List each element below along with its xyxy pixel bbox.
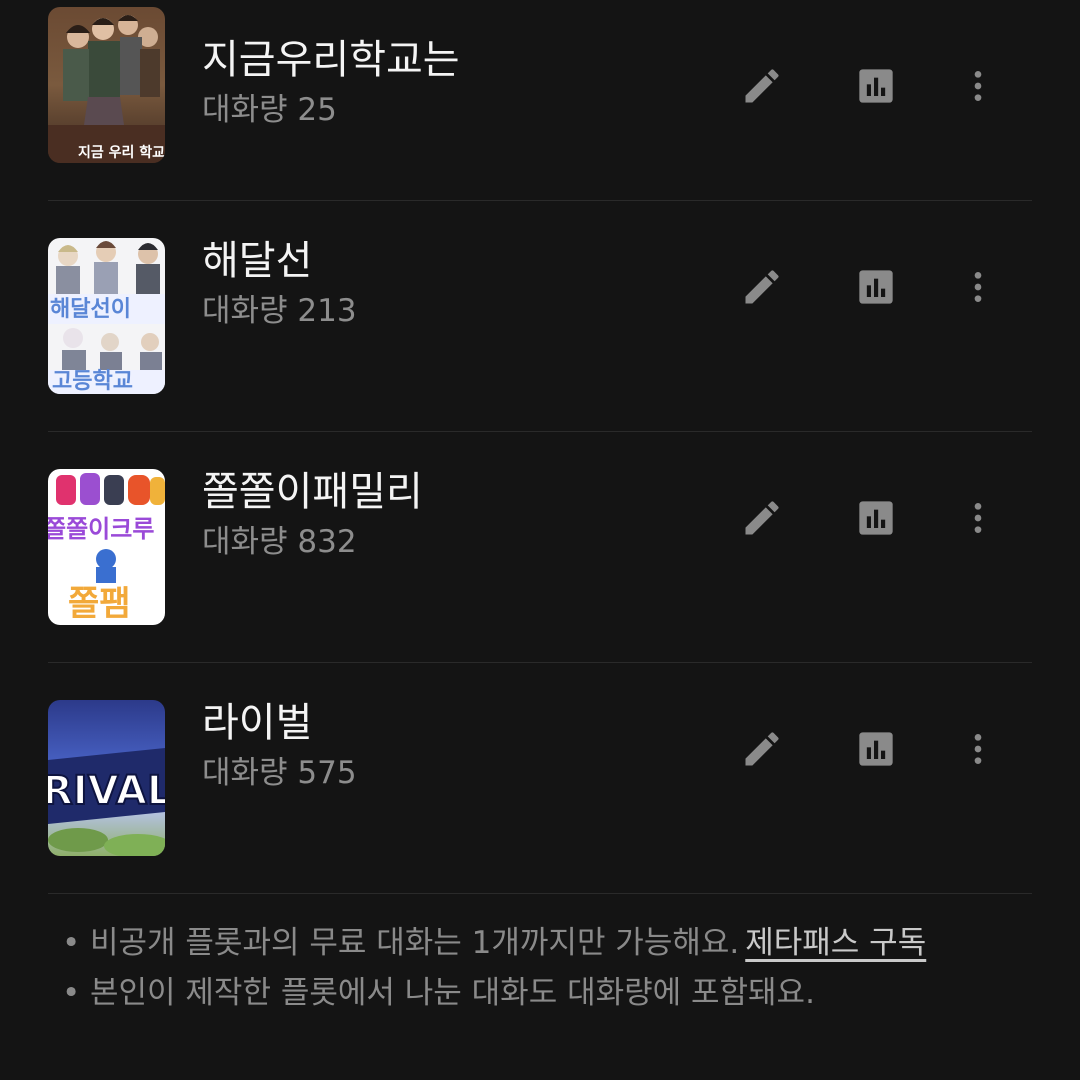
- more-vertical-icon: [974, 272, 982, 302]
- bar-chart-icon: [859, 69, 893, 103]
- plot-title[interactable]: 지금우리학교는: [202, 34, 460, 86]
- more-vertical-icon: [974, 503, 982, 533]
- plot-actions: [732, 488, 1032, 548]
- chat-count: 대화량 832: [202, 524, 357, 560]
- more-vertical-icon: [974, 734, 982, 764]
- svg-text:쫄팸: 쫄팸: [68, 584, 131, 624]
- more-button[interactable]: [948, 56, 1008, 116]
- chat-count: 대화량 575: [202, 755, 357, 791]
- plot-actions: [732, 257, 1032, 317]
- stats-button[interactable]: [846, 56, 906, 116]
- list-item[interactable]: 해달선이 고등학교 해달선 대화량 213: [48, 201, 1032, 432]
- chat-count: 대화량 213: [202, 293, 357, 329]
- more-button[interactable]: [948, 488, 1008, 548]
- svg-text:쫄쫄이크루: 쫄쫄이크루: [48, 515, 154, 543]
- zeta-pass-subscribe-link[interactable]: 제타패스 구독: [745, 925, 926, 961]
- plot-thumbnail[interactable]: RIVAL: [48, 700, 165, 856]
- edit-button[interactable]: [732, 257, 792, 317]
- plot-title[interactable]: 라이벌: [202, 697, 357, 749]
- bar-chart-icon: [859, 501, 893, 535]
- bar-chart-icon: [859, 270, 893, 304]
- chat-count: 대화량 25: [202, 92, 337, 128]
- note-line: • 비공개 플롯과의 무료 대화는 1개까지만 가능해요. 제타패스 구독: [62, 918, 1042, 968]
- cover-text: 지금 우리 학교는: [78, 145, 165, 161]
- note-text: 본인이 제작한 플롯에서 나눈 대화도 대화량에 포함돼요.: [90, 975, 815, 1011]
- more-vertical-icon: [974, 71, 982, 101]
- svg-text:고등학교: 고등학교: [52, 369, 133, 394]
- plot-list: 지금 우리 학교는 지금우리학교는 대화량 25: [48, 0, 1032, 894]
- info-notes: • 비공개 플롯과의 무료 대화는 1개까지만 가능해요. 제타패스 구독 • 본…: [62, 918, 1042, 1018]
- stats-button[interactable]: [846, 488, 906, 548]
- plot-info: 라이벌 대화량 575: [202, 697, 357, 793]
- plot-cover-image: 쫄쫄이크루 쫄팸: [48, 469, 165, 625]
- plot-title[interactable]: 쫄쫄이패밀리: [202, 466, 423, 518]
- more-button[interactable]: [948, 257, 1008, 317]
- plot-title[interactable]: 해달선: [202, 235, 357, 287]
- svg-text:RIVAL: RIVAL: [48, 768, 165, 814]
- plot-cover-image: RIVAL: [48, 700, 165, 856]
- plot-cover-image: 지금 우리 학교는: [48, 7, 165, 163]
- stats-button[interactable]: [846, 719, 906, 779]
- plot-actions: [732, 56, 1032, 116]
- pencil-icon: [745, 501, 779, 535]
- plot-cover-image: 해달선이 고등학교: [48, 238, 165, 394]
- plot-thumbnail[interactable]: 해달선이 고등학교: [48, 238, 165, 394]
- bullet: •: [62, 925, 81, 961]
- note-line: • 본인이 제작한 플롯에서 나눈 대화도 대화량에 포함돼요.: [62, 968, 1042, 1018]
- note-text: 비공개 플롯과의 무료 대화는 1개까지만 가능해요.: [90, 925, 740, 961]
- pencil-icon: [745, 69, 779, 103]
- plot-info: 쫄쫄이패밀리 대화량 832: [202, 466, 423, 562]
- bar-chart-icon: [859, 732, 893, 766]
- list-item[interactable]: RIVAL 라이벌 대화량 575: [48, 663, 1032, 894]
- svg-text:해달선이: 해달선이: [50, 297, 131, 322]
- edit-button[interactable]: [732, 719, 792, 779]
- edit-button[interactable]: [732, 56, 792, 116]
- plot-info: 지금우리학교는 대화량 25: [202, 34, 460, 130]
- plot-info: 해달선 대화량 213: [202, 235, 357, 331]
- bullet: •: [62, 975, 81, 1011]
- plot-thumbnail[interactable]: 쫄쫄이크루 쫄팸: [48, 469, 165, 625]
- stats-button[interactable]: [846, 257, 906, 317]
- plot-thumbnail[interactable]: 지금 우리 학교는: [48, 7, 165, 163]
- list-item[interactable]: 지금 우리 학교는 지금우리학교는 대화량 25: [48, 0, 1032, 201]
- more-button[interactable]: [948, 719, 1008, 779]
- plot-actions: [732, 719, 1032, 779]
- list-item[interactable]: 쫄쫄이크루 쫄팸 쫄쫄이패밀리 대화량 832: [48, 432, 1032, 663]
- pencil-icon: [745, 270, 779, 304]
- pencil-icon: [745, 732, 779, 766]
- edit-button[interactable]: [732, 488, 792, 548]
